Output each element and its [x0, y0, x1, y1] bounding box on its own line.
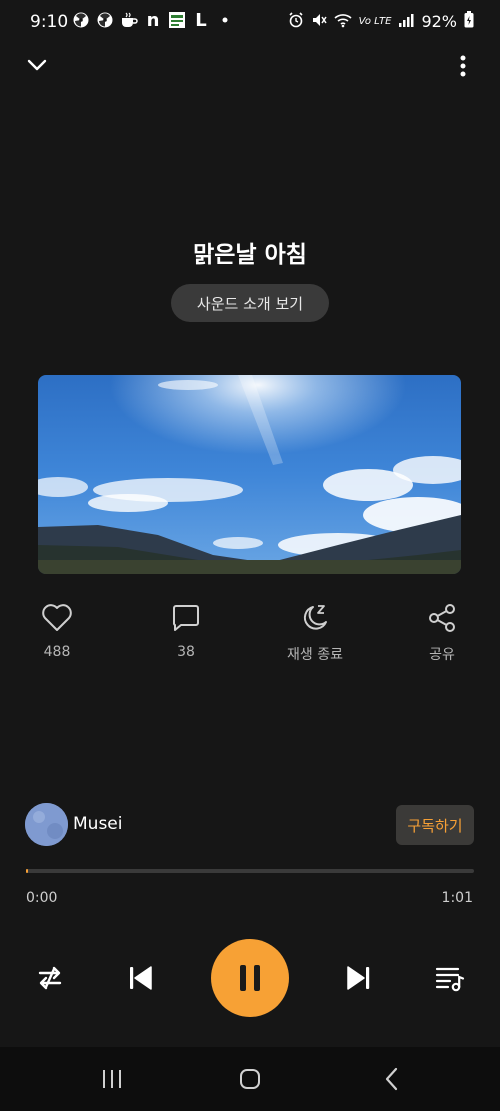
radiation-icon	[72, 11, 90, 29]
total-time: 1:01	[441, 890, 473, 906]
back-icon	[385, 1067, 398, 1091]
sound-intro-button[interactable]: 사운드 소개 보기	[171, 284, 329, 322]
system-icons: Vo LTE 92%	[288, 11, 474, 32]
like-action[interactable]: 488	[7, 600, 107, 660]
notification-icons: n L	[72, 9, 234, 31]
progress-fill	[26, 869, 29, 873]
comment-count: 38	[177, 644, 195, 660]
alarm-icon	[288, 11, 304, 32]
naver-icon: n	[146, 9, 160, 31]
coffee-icon	[120, 11, 138, 29]
radiation-icon	[96, 11, 114, 29]
dot-icon	[216, 11, 234, 29]
wifi-icon	[334, 12, 352, 32]
collapse-button[interactable]	[22, 52, 52, 78]
comment-icon	[136, 600, 236, 636]
sleep-timer-label: 재생 종료	[287, 647, 343, 663]
album-artwork	[38, 375, 461, 574]
like-count: 488	[43, 644, 71, 660]
battery-icon	[464, 11, 474, 32]
share-label: 공유	[429, 647, 455, 663]
chevron-down-icon	[27, 59, 47, 71]
repeat-button[interactable]	[30, 958, 70, 998]
more-vertical-icon	[460, 55, 466, 77]
comment-action[interactable]: 38	[136, 600, 236, 660]
back-button[interactable]	[372, 1062, 412, 1096]
track-title: 맑은날 아침	[193, 242, 307, 268]
artist-name[interactable]: Musei	[73, 814, 122, 834]
battery-percent: 92%	[421, 12, 457, 31]
previous-icon	[130, 966, 152, 990]
current-time: 0:00	[26, 890, 58, 906]
subscribe-button[interactable]: 구독하기	[396, 805, 474, 845]
playlist-icon	[435, 967, 465, 992]
volte-icon: Vo LTE	[358, 16, 392, 27]
recent-apps-button[interactable]	[92, 1062, 132, 1096]
repeat-icon	[38, 966, 62, 990]
status-time: 9:10	[30, 12, 69, 32]
home-icon	[240, 1069, 260, 1089]
share-icon	[392, 600, 492, 636]
next-icon	[347, 966, 370, 990]
gs-fresh-icon	[168, 11, 186, 29]
playlist-button[interactable]	[430, 958, 470, 998]
progress-bar[interactable]	[26, 869, 474, 873]
pause-button[interactable]	[211, 939, 289, 1017]
more-options-button[interactable]	[450, 52, 476, 80]
heart-icon	[7, 600, 107, 636]
pause-icon	[240, 965, 260, 991]
signal-icon	[398, 12, 414, 32]
sleep-timer-icon	[265, 600, 365, 636]
status-bar: 9:10 n L Vo LTE 92%	[0, 0, 500, 44]
l-app-icon: L	[195, 9, 207, 31]
sleep-timer-action[interactable]: 재생 종료	[265, 600, 365, 664]
previous-button[interactable]	[120, 958, 160, 998]
mute-icon	[311, 12, 327, 32]
share-action[interactable]: 공유	[392, 600, 492, 664]
artist-avatar[interactable]	[25, 803, 68, 846]
home-button[interactable]	[230, 1062, 270, 1096]
recent-apps-icon	[103, 1070, 121, 1088]
next-button[interactable]	[339, 958, 379, 998]
